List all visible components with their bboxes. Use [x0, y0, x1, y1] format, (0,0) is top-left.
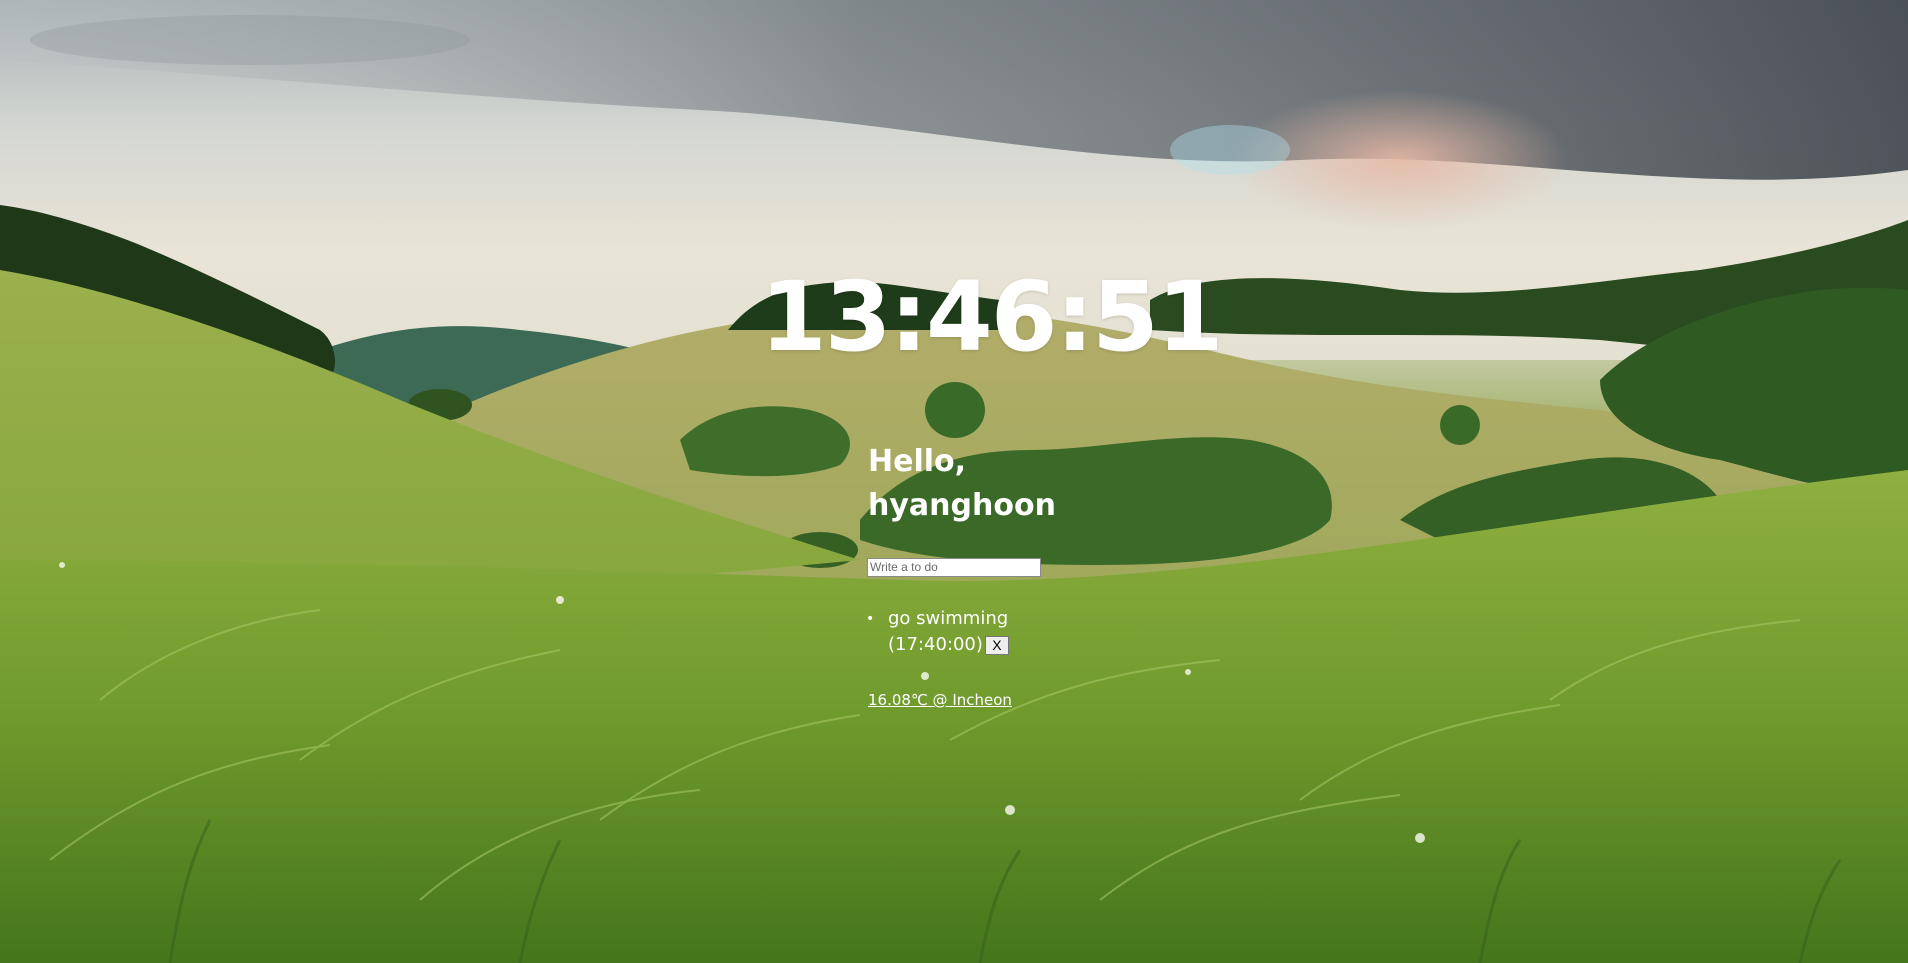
momentum-widget: 13:46:51 Hello, hyanghoon • go swimming … — [0, 0, 1908, 963]
todo-list: • go swimming (17:40:00) X — [866, 606, 1056, 658]
todo-form — [867, 556, 1041, 577]
weather-info: 16.08℃ @ Incheon — [868, 691, 1012, 709]
todo-input[interactable] — [867, 557, 1041, 577]
background-landscape: 13:46:51 Hello, hyanghoon • go swimming … — [0, 0, 1908, 963]
delete-todo-button[interactable]: X — [984, 635, 1009, 655]
clock: 13:46:51 — [760, 261, 1224, 373]
bullet-icon: • — [866, 611, 875, 627]
todo-item: • go swimming (17:40:00) X — [866, 606, 1056, 658]
greeting: Hello, hyanghoon — [868, 444, 1056, 523]
